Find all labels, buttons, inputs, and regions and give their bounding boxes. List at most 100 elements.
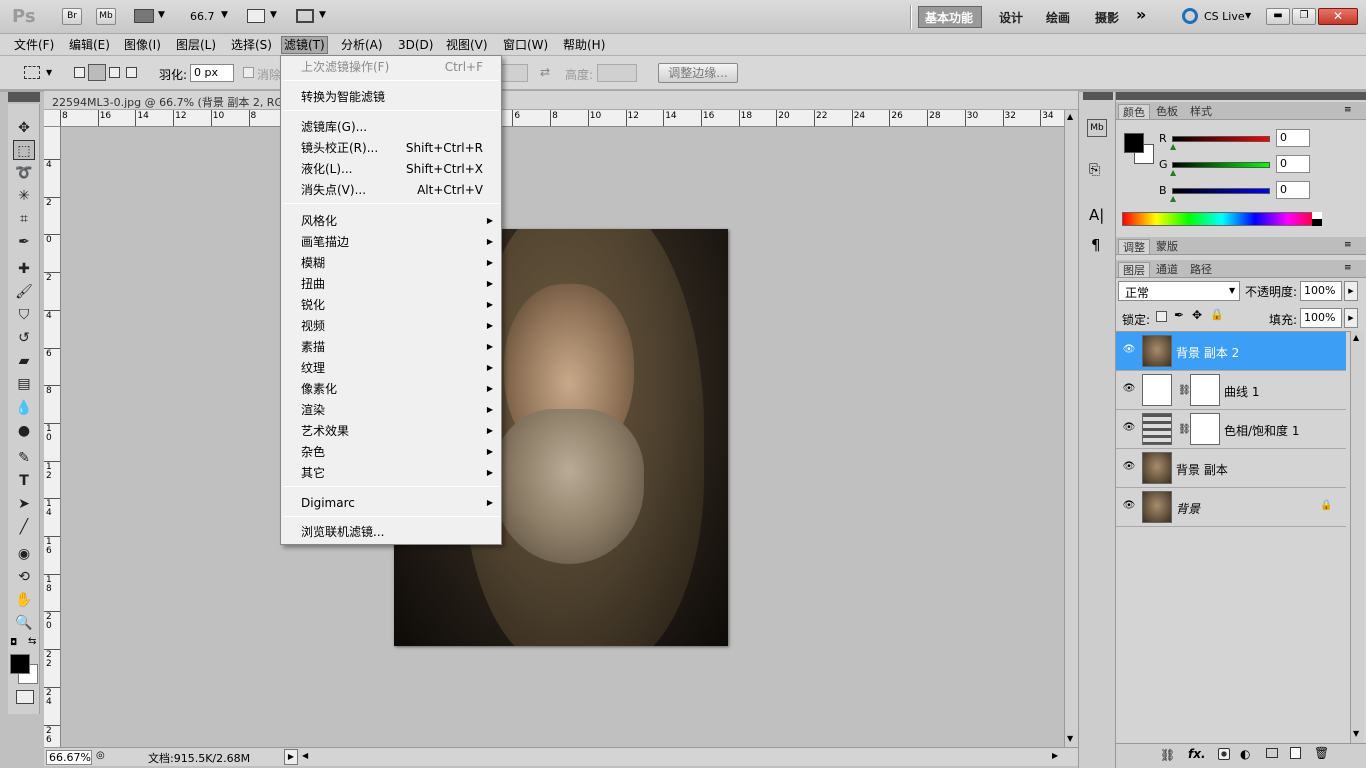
layer-name[interactable]: 背景 xyxy=(1176,500,1200,517)
tab-styles[interactable]: 样式 xyxy=(1186,104,1216,119)
eye-icon[interactable]: 👁 xyxy=(1122,344,1136,358)
menu-item-brush-strokes[interactable]: 画笔描边 ▶ xyxy=(281,232,501,252)
trash-icon[interactable]: 🗑 xyxy=(1314,746,1329,760)
blend-mode-select[interactable]: 正常 ▼ xyxy=(1118,281,1240,301)
lock-all-icon[interactable]: 🔒 xyxy=(1210,308,1224,321)
chevron-down-icon[interactable]: ▼ xyxy=(1229,286,1235,295)
link-icon[interactable]: ⛓ xyxy=(1178,424,1191,435)
menu-item-digimarc[interactable]: Digimarc ▶ xyxy=(281,493,501,513)
eraser-icon[interactable]: ▰ xyxy=(13,351,35,371)
bridge-button[interactable]: Br xyxy=(62,8,82,25)
height-input[interactable] xyxy=(597,64,637,82)
menu-item-last-filter[interactable]: 上次滤镜操作(F) Ctrl+F xyxy=(281,57,501,77)
menu-file[interactable]: 文件(F) xyxy=(12,37,56,53)
panel-menu-icon[interactable]: ≡ xyxy=(1344,105,1352,115)
layer-name[interactable]: 背景 副本 2 xyxy=(1176,344,1239,361)
status-menu-arrow-icon[interactable]: ▶ xyxy=(284,749,298,765)
layer-style-icon[interactable]: fx. xyxy=(1188,747,1206,761)
screen-mode-icon[interactable] xyxy=(296,9,314,23)
green-input[interactable]: 0 xyxy=(1276,155,1310,173)
add-to-selection-icon[interactable] xyxy=(88,64,106,81)
slider-thumb-icon[interactable]: ▲ xyxy=(1170,168,1176,177)
menu-analysis[interactable]: 分析(A) xyxy=(339,37,385,53)
type-tool-icon[interactable]: T xyxy=(13,471,35,491)
blue-slider[interactable] xyxy=(1172,188,1270,194)
swap-icon[interactable]: ⇄ xyxy=(540,65,550,79)
eye-icon[interactable]: 👁 xyxy=(1122,383,1136,397)
foreground-color-swatch[interactable] xyxy=(10,654,30,674)
mini-bridge-panel-icon[interactable]: Mb xyxy=(1087,119,1107,137)
layer-name[interactable]: 色相/饱和度 1 xyxy=(1224,422,1300,439)
layer-row[interactable]: 👁 背景 🔒 xyxy=(1116,488,1346,527)
scroll-up-icon[interactable]: ▲ xyxy=(1067,112,1073,121)
scroll-right-icon[interactable]: ▶ xyxy=(1052,751,1058,760)
chevron-down-icon[interactable]: ▼ xyxy=(46,68,52,77)
menu-item-sharpen[interactable]: 锐化 ▶ xyxy=(281,295,501,315)
workspace-photography[interactable]: 摄影 xyxy=(1095,9,1119,26)
lock-position-icon[interactable]: ✥ xyxy=(1192,308,1202,322)
paragraph-panel-icon[interactable]: ¶ xyxy=(1091,236,1101,254)
zoom-level-select[interactable]: 66.7 xyxy=(190,10,215,23)
healing-brush-icon[interactable]: ✚ xyxy=(13,259,35,279)
gradient-icon[interactable]: ▤ xyxy=(13,374,35,394)
red-input[interactable]: 0 xyxy=(1276,129,1310,147)
scroll-down-icon[interactable]: ▼ xyxy=(1067,734,1073,743)
menu-item-convert-smart-filter[interactable]: 转换为智能滤镜 xyxy=(281,87,501,107)
opacity-input[interactable]: 100% xyxy=(1300,281,1342,301)
link-icon[interactable]: ⛓ xyxy=(1178,385,1191,396)
menu-item-video[interactable]: 视频 ▶ xyxy=(281,316,501,336)
menu-item-distort[interactable]: 扭曲 ▶ xyxy=(281,274,501,294)
quick-mask-icon[interactable] xyxy=(16,690,34,704)
dodge-icon[interactable]: ● xyxy=(13,421,35,441)
zoom-field[interactable]: 66.67% xyxy=(46,750,92,765)
eye-icon[interactable]: 👁 xyxy=(1122,422,1136,436)
menu-item-stylize[interactable]: 风格化 ▶ xyxy=(281,211,501,231)
intersect-selection-icon[interactable] xyxy=(126,67,137,78)
menu-3d[interactable]: 3D(D) xyxy=(396,37,435,53)
new-layer-icon[interactable] xyxy=(1290,747,1301,759)
3d-orbit-icon[interactable]: ⟲ xyxy=(13,567,35,587)
new-selection-icon[interactable] xyxy=(74,67,85,78)
layers-scrollbar[interactable]: ▲ ▼ xyxy=(1350,331,1364,743)
hand-icon[interactable]: ✋ xyxy=(13,590,35,610)
red-slider[interactable] xyxy=(1172,136,1270,142)
menu-item-pixelate[interactable]: 像素化 ▶ xyxy=(281,379,501,399)
layer-name[interactable]: 曲线 1 xyxy=(1224,383,1259,400)
layer-row[interactable]: 👁 背景 副本 xyxy=(1116,449,1346,488)
green-slider[interactable] xyxy=(1172,162,1270,168)
menu-image[interactable]: 图像(I) xyxy=(122,37,163,53)
lock-transparent-icon[interactable] xyxy=(1156,311,1167,322)
menu-item-render[interactable]: 渲染 ▶ xyxy=(281,400,501,420)
lock-pixels-icon[interactable]: ✒ xyxy=(1174,308,1184,322)
menu-filter[interactable]: 滤镜(T) xyxy=(281,36,328,54)
new-group-icon[interactable] xyxy=(1266,748,1278,758)
add-mask-icon[interactable] xyxy=(1218,748,1230,760)
black-white-swatch[interactable] xyxy=(1312,212,1322,226)
link-layers-icon[interactable]: ⛓ xyxy=(1160,748,1175,762)
panel-menu-icon[interactable]: ≡ xyxy=(1344,263,1352,273)
tab-layers[interactable]: 图层 xyxy=(1118,262,1150,277)
menu-item-lens-correction[interactable]: 镜头校正(R)... Shift+Ctrl+R xyxy=(281,138,501,158)
scroll-down-icon[interactable]: ▼ xyxy=(1353,729,1359,738)
canvas-area[interactable] xyxy=(61,127,1064,747)
refine-edge-button[interactable]: 调整边缘... xyxy=(658,63,738,83)
menu-item-artistic[interactable]: 艺术效果 ▶ xyxy=(281,421,501,441)
tab-channels[interactable]: 通道 xyxy=(1152,262,1182,277)
chevron-down-icon[interactable]: ▼ xyxy=(158,10,165,20)
menu-item-blur[interactable]: 模糊 ▶ xyxy=(281,253,501,273)
default-colors-icon[interactable]: ◘ xyxy=(10,638,17,648)
minimize-button[interactable]: ▬ xyxy=(1266,8,1290,25)
workspace-essentials[interactable]: 基本功能 xyxy=(925,9,973,26)
cs-live-button[interactable]: CS Live xyxy=(1204,10,1245,23)
fill-arrow-icon[interactable]: ▶ xyxy=(1344,308,1358,328)
menu-item-browse-filters-online[interactable]: 浏览联机滤镜... xyxy=(281,522,501,542)
magic-wand-icon[interactable]: ✳ xyxy=(13,186,35,206)
color-spectrum-bar[interactable] xyxy=(1122,212,1322,226)
character-panel-icon[interactable]: A| xyxy=(1089,206,1104,224)
path-selection-icon[interactable]: ➤ xyxy=(13,494,35,514)
menu-help[interactable]: 帮助(H) xyxy=(561,37,607,53)
layer-row[interactable]: 👁 ⛓ 曲线 1 xyxy=(1116,371,1346,410)
chevron-down-icon[interactable]: ▼ xyxy=(319,10,326,20)
workspace-painting[interactable]: 绘画 xyxy=(1046,9,1070,26)
fill-input[interactable]: 100% xyxy=(1300,308,1342,328)
